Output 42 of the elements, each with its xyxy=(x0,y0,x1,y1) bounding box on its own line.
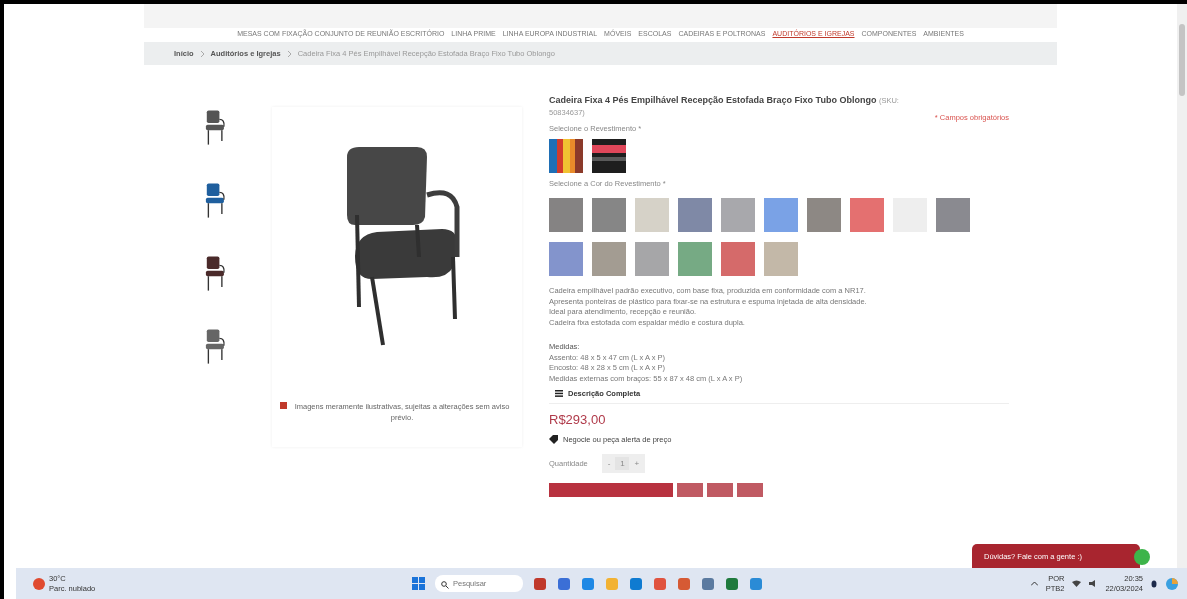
list-icon xyxy=(555,390,563,398)
color-swatch[interactable] xyxy=(721,242,755,277)
color-swatch[interactable] xyxy=(592,198,626,233)
buy-button[interactable] xyxy=(549,483,673,498)
color-swatch[interactable] xyxy=(678,242,712,277)
quantity-field[interactable]: 1 xyxy=(615,457,630,471)
app-icon[interactable] xyxy=(557,576,571,591)
color-swatch[interactable] xyxy=(850,198,884,233)
app-icon[interactable] xyxy=(701,576,715,591)
chevron-icon[interactable] xyxy=(1030,581,1038,586)
color-swatch[interactable] xyxy=(635,242,669,277)
action-button[interactable] xyxy=(677,483,703,498)
action-button[interactable] xyxy=(737,483,763,498)
color-swatch[interactable] xyxy=(549,198,583,233)
color-swatch[interactable] xyxy=(678,198,712,233)
start-icon[interactable] xyxy=(412,577,425,590)
scrollbar[interactable] xyxy=(1177,4,1187,568)
app-icon[interactable] xyxy=(653,576,667,591)
search-icon xyxy=(441,581,449,589)
color-swatch[interactable] xyxy=(936,198,970,233)
color-swatch[interactable] xyxy=(635,198,669,233)
warning-icon xyxy=(280,402,287,409)
color-swatch[interactable] xyxy=(764,242,798,277)
separator-icon xyxy=(286,50,292,57)
app-icon[interactable] xyxy=(749,576,763,591)
color-swatch[interactable] xyxy=(549,242,583,277)
price: R$293,00 xyxy=(549,412,607,428)
app-icon[interactable] xyxy=(629,576,643,591)
app-icon[interactable] xyxy=(677,576,691,591)
wifi-icon[interactable] xyxy=(1072,580,1082,587)
app-icon[interactable] xyxy=(533,576,547,591)
color-swatch[interactable] xyxy=(721,198,755,233)
color-swatch[interactable] xyxy=(592,242,626,277)
speaker-icon[interactable] xyxy=(1089,580,1098,587)
tag-icon xyxy=(549,435,558,445)
separator-icon xyxy=(199,50,205,57)
weather-icon[interactable] xyxy=(32,576,46,591)
app-icon[interactable] xyxy=(581,576,595,591)
color-swatch[interactable] xyxy=(807,198,841,233)
app-icon[interactable] xyxy=(725,576,739,591)
color-swatch[interactable] xyxy=(764,198,798,233)
action-button[interactable] xyxy=(707,483,733,498)
